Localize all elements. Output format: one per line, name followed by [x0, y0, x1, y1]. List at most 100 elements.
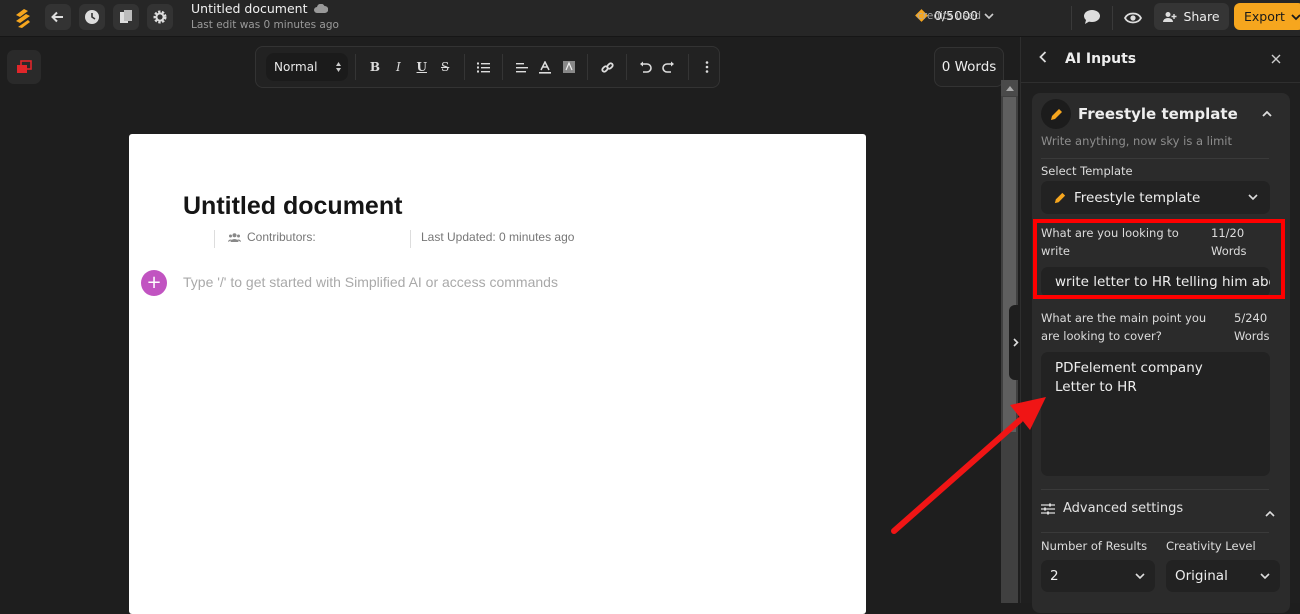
undo-button[interactable] — [634, 55, 657, 79]
text-color-icon — [539, 60, 552, 74]
document-page[interactable]: Untitled document Contributors: Last Upd… — [129, 134, 866, 614]
divider — [410, 230, 411, 248]
creativity-label: Creativity Level — [1166, 539, 1256, 553]
eye-icon — [1123, 12, 1143, 24]
align-left-icon — [515, 62, 528, 72]
divider — [502, 54, 504, 80]
highlight-icon — [562, 61, 575, 73]
annotation-highlight-box — [1033, 219, 1285, 299]
chevron-up-icon — [1265, 510, 1275, 517]
chevron-down-icon — [984, 12, 994, 19]
more-options-button[interactable] — [696, 55, 719, 79]
collapse-advanced-button[interactable] — [1265, 507, 1275, 520]
divider — [587, 54, 589, 80]
align-button[interactable] — [510, 55, 533, 79]
template-card: Freestyle template Write anything, now s… — [1032, 93, 1290, 613]
images-stack-icon — [17, 60, 32, 73]
strikethrough-button[interactable]: S — [433, 55, 456, 79]
add-block-button[interactable]: + — [141, 270, 167, 296]
template-subtitle: Write anything, now sky is a limit — [1041, 134, 1232, 148]
underline-button[interactable]: U — [410, 55, 433, 79]
text-style-select[interactable]: Normal — [266, 53, 349, 81]
format-toolbar: Normal B I U S — [255, 46, 720, 88]
doc-title-group: Untitled document — [191, 1, 328, 16]
advanced-settings-toggle[interactable]: Advanced settings — [1041, 501, 1183, 516]
contributors: Contributors: — [228, 230, 316, 244]
documents-button[interactable] — [113, 4, 139, 30]
creativity-select[interactable]: Original — [1166, 560, 1280, 592]
field2-line: PDFelement company — [1055, 360, 1203, 376]
underline-icon: U — [416, 60, 427, 74]
comments-button[interactable] — [1083, 9, 1101, 29]
redo-button[interactable] — [657, 55, 680, 79]
scroll-up-button[interactable] — [1001, 80, 1018, 96]
text-color-button[interactable] — [534, 55, 557, 79]
creativity-select-value: Original — [1175, 568, 1228, 584]
last-updated: Last Updated: 0 minutes ago — [421, 230, 575, 244]
export-label: Export — [1244, 9, 1285, 24]
undo-icon — [639, 61, 652, 73]
bold-button[interactable]: B — [363, 55, 386, 79]
results-select-value: 2 — [1050, 568, 1059, 584]
advanced-settings-label: Advanced settings — [1063, 501, 1184, 516]
divider — [214, 230, 215, 248]
document-title[interactable]: Untitled document — [183, 192, 402, 221]
last-edit-text: Last edit was 0 minutes ago — [191, 19, 339, 31]
chevron-right-icon — [1012, 338, 1019, 347]
template-select[interactable]: Freestyle template — [1041, 181, 1270, 214]
link-icon — [600, 61, 614, 73]
credits-label: credits used — [917, 9, 982, 22]
pencil-icon — [1054, 192, 1066, 203]
divider — [1041, 489, 1269, 490]
strikethrough-icon: S — [441, 60, 450, 74]
link-button[interactable] — [595, 55, 618, 79]
back-button[interactable] — [45, 4, 71, 30]
template-title: Freestyle template — [1078, 105, 1238, 123]
divider — [1112, 6, 1113, 30]
copy-icon — [120, 10, 132, 23]
arrow-left-icon — [51, 11, 63, 23]
panel-back-button[interactable] — [1039, 51, 1047, 67]
sliders-icon — [1041, 503, 1055, 514]
field2-label: What are the main point you are looking … — [1041, 311, 1207, 343]
text-style-value: Normal — [274, 60, 318, 74]
clock-icon — [85, 10, 99, 24]
scrollbar-thumb[interactable] — [1003, 97, 1016, 432]
field2-textarea[interactable]: PDFelement company Letter to HR — [1041, 352, 1270, 476]
chevron-down-icon — [1248, 194, 1258, 201]
panel-header: AI Inputs — [1021, 37, 1300, 83]
editor-placeholder[interactable]: Type '/' to get started with Simplified … — [183, 274, 558, 290]
highlight-button[interactable] — [557, 55, 580, 79]
settings-button[interactable] — [147, 4, 173, 30]
bullet-list-icon — [477, 62, 491, 72]
history-button[interactable] — [79, 4, 105, 30]
chevron-left-icon — [1039, 51, 1047, 63]
collapse-template-button[interactable] — [1262, 107, 1272, 120]
panel-close-button[interactable] — [1271, 50, 1281, 68]
preview-button[interactable] — [1123, 10, 1143, 29]
share-label: Share — [1183, 9, 1220, 24]
app-logo-icon[interactable] — [12, 7, 34, 29]
contributors-label: Contributors: — [247, 230, 316, 244]
export-button[interactable]: Export — [1234, 3, 1300, 30]
triangle-up-icon — [1005, 85, 1014, 91]
chat-bubble-icon — [1084, 10, 1100, 24]
italic-icon: I — [395, 60, 401, 74]
divider — [355, 54, 357, 80]
more-vertical-icon — [705, 61, 709, 73]
doc-title[interactable]: Untitled document — [191, 1, 308, 16]
chevron-down-icon — [1291, 13, 1300, 20]
divider — [463, 54, 465, 80]
chevron-down-icon — [1135, 572, 1145, 579]
credits-dropdown[interactable]: 0/5000 credits used — [915, 8, 994, 23]
chevron-up-icon — [1262, 110, 1272, 117]
bullet-list-button[interactable] — [472, 55, 495, 79]
field2-word-count: 5/240 Words — [1234, 311, 1270, 343]
bold-icon: B — [369, 60, 381, 74]
results-select[interactable]: 2 — [1041, 560, 1155, 592]
users-icon — [228, 232, 241, 242]
pencil-icon — [1050, 108, 1062, 120]
templates-tool-button[interactable] — [7, 50, 41, 84]
share-button[interactable]: Share — [1154, 3, 1229, 30]
italic-button[interactable]: I — [387, 55, 410, 79]
